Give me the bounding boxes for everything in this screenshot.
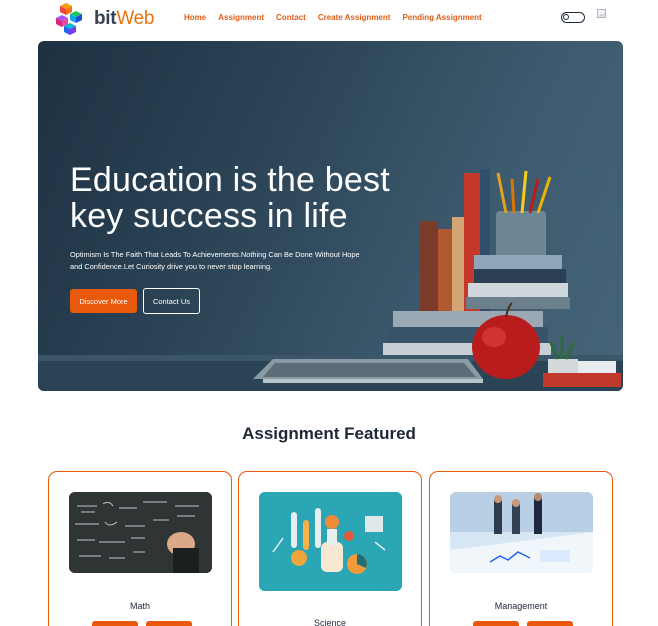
business-meeting-icon bbox=[450, 492, 593, 573]
nav-link-pending-assignment[interactable]: Pending Assignment bbox=[402, 13, 481, 22]
featured-section-title: Assignment Featured bbox=[242, 424, 416, 443]
hero-banner: Education is the best key success in lif… bbox=[38, 41, 623, 391]
brand-name: bitWeb bbox=[94, 8, 154, 30]
hero-subtitle: Optimism Is The Faith That Leads To Achi… bbox=[70, 250, 360, 271]
main-menu: Home Assignment Contact Create Assignmen… bbox=[184, 13, 482, 22]
theme-toggle[interactable] bbox=[561, 12, 585, 23]
card-title: Management bbox=[494, 601, 548, 611]
nav-link-create-assignment[interactable]: Create Assignment bbox=[318, 13, 391, 22]
navbar: bitWeb Home Assignment Contact Create As… bbox=[0, 0, 658, 38]
card-action-button[interactable] bbox=[92, 621, 138, 626]
theme-toggle-knob bbox=[563, 14, 569, 20]
science-lab-illustration-icon bbox=[259, 492, 402, 591]
chalkboard-math-icon bbox=[69, 492, 212, 573]
brand-name-part2: Web bbox=[116, 8, 155, 29]
nav-link-assignment[interactable]: Assignment bbox=[218, 13, 264, 22]
assignment-card-science[interactable]: Science bbox=[238, 471, 422, 626]
discover-more-button[interactable]: Discover More bbox=[70, 289, 137, 313]
assignment-card-management[interactable]: Management bbox=[429, 471, 613, 626]
contact-us-button[interactable]: Contact Us bbox=[143, 288, 200, 314]
hero-title: Education is the best key success in lif… bbox=[70, 161, 390, 235]
card-action-button[interactable] bbox=[146, 621, 192, 626]
nav-link-home[interactable]: Home bbox=[184, 13, 206, 22]
card-action-button[interactable] bbox=[527, 621, 573, 626]
brand-logo[interactable]: bitWeb bbox=[50, 0, 160, 38]
card-title: Science bbox=[313, 618, 347, 626]
cube-logo-icon bbox=[56, 3, 82, 35]
nav-link-contact[interactable]: Contact bbox=[276, 13, 306, 22]
card-action-button[interactable] bbox=[473, 621, 519, 626]
card-title: Math bbox=[129, 601, 150, 611]
assignment-card-math[interactable]: Math bbox=[48, 471, 232, 626]
user-avatar-icon[interactable] bbox=[597, 9, 609, 21]
brand-name-part1: bit bbox=[94, 8, 117, 29]
